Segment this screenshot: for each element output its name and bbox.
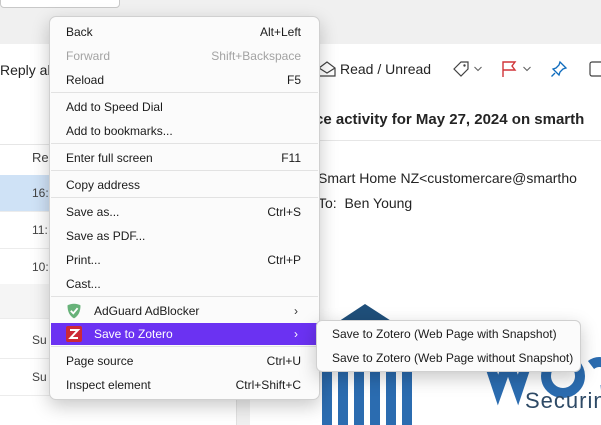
menu-item-save-to-zotero[interactable]: Save to Zotero ›	[51, 323, 318, 345]
message-time: Su	[32, 370, 47, 384]
menu-item-inspect-element[interactable]: Inspect element Ctrl+Shift+C	[51, 374, 318, 396]
read-unread-label: Read / Unread	[340, 61, 432, 77]
menu-separator	[51, 92, 318, 93]
menu-item-save-without-snapshot[interactable]: Save to Zotero (Web Page without Snapsho…	[317, 347, 580, 369]
checkbox-icon[interactable]	[589, 58, 601, 80]
message-subject: ce activity for May 27, 2024 on smarth	[315, 111, 585, 128]
message-time: 16:	[32, 186, 49, 200]
pin-button[interactable]	[550, 58, 568, 80]
reply-all-button[interactable]: Reply al	[0, 62, 51, 78]
menu-item-save-as[interactable]: Save as... Ctrl+S	[51, 201, 318, 223]
menu-item-save-with-snapshot[interactable]: Save to Zotero (Web Page with Snapshot)	[317, 323, 580, 345]
menu-item-add-to-speed-dial[interactable]: Add to Speed Dial	[51, 96, 318, 118]
chevron-right-icon: ›	[294, 304, 298, 318]
menu-item-cast[interactable]: Cast...	[51, 273, 318, 295]
chevron-down-icon	[523, 66, 531, 72]
menu-item-forward[interactable]: Forward Shift+Backspace	[51, 45, 318, 67]
zotero-submenu: Save to Zotero (Web Page with Snapshot) …	[316, 320, 581, 372]
menu-item-adguard-adblocker[interactable]: AdGuard AdBlocker ›	[51, 300, 318, 322]
menu-separator	[51, 346, 318, 347]
tag-icon	[452, 60, 470, 78]
envelope-open-icon	[318, 61, 336, 77]
received-column-header[interactable]: Re	[32, 150, 49, 165]
chevron-down-icon	[474, 66, 482, 72]
menu-item-save-as-pdf[interactable]: Save as PDF...	[51, 225, 318, 247]
menu-item-back[interactable]: Back Alt+Left	[51, 21, 318, 43]
menu-separator	[51, 296, 318, 297]
pin-icon	[550, 60, 568, 78]
message-sender[interactable]: Smart Home NZ<customercare@smartho	[318, 170, 577, 186]
adguard-shield-icon	[66, 303, 82, 319]
menu-item-enter-full-screen[interactable]: Enter full screen F11	[51, 147, 318, 169]
logo-tagline: Securin	[525, 388, 601, 413]
menu-item-copy-address[interactable]: Copy address	[51, 174, 318, 196]
zotero-z-icon	[66, 326, 82, 342]
message-time: 10:	[32, 260, 49, 274]
to-name[interactable]: Ben Young	[344, 195, 412, 211]
flag-icon	[501, 60, 517, 78]
message-time: 11:	[32, 223, 48, 237]
to-label: To:	[318, 195, 337, 211]
read-unread-button[interactable]: Read / Unread	[318, 58, 431, 80]
message-recipient: To: Ben Young	[318, 195, 412, 211]
menu-separator	[51, 197, 318, 198]
tag-dropdown[interactable]	[452, 58, 482, 80]
chevron-right-icon: ›	[294, 327, 298, 341]
menu-item-add-to-bookmarks[interactable]: Add to bookmarks...	[51, 120, 318, 142]
context-menu: Back Alt+Left Forward Shift+Backspace Re…	[49, 16, 320, 400]
flag-dropdown[interactable]	[501, 58, 531, 80]
menu-item-page-source[interactable]: Page source Ctrl+U	[51, 350, 318, 372]
menu-item-reload[interactable]: Reload F5	[51, 69, 318, 91]
menu-item-print[interactable]: Print... Ctrl+P	[51, 249, 318, 271]
search-box[interactable]	[0, 0, 120, 8]
menu-separator	[51, 170, 318, 171]
message-time: Su	[32, 333, 47, 347]
menu-separator	[51, 143, 318, 144]
